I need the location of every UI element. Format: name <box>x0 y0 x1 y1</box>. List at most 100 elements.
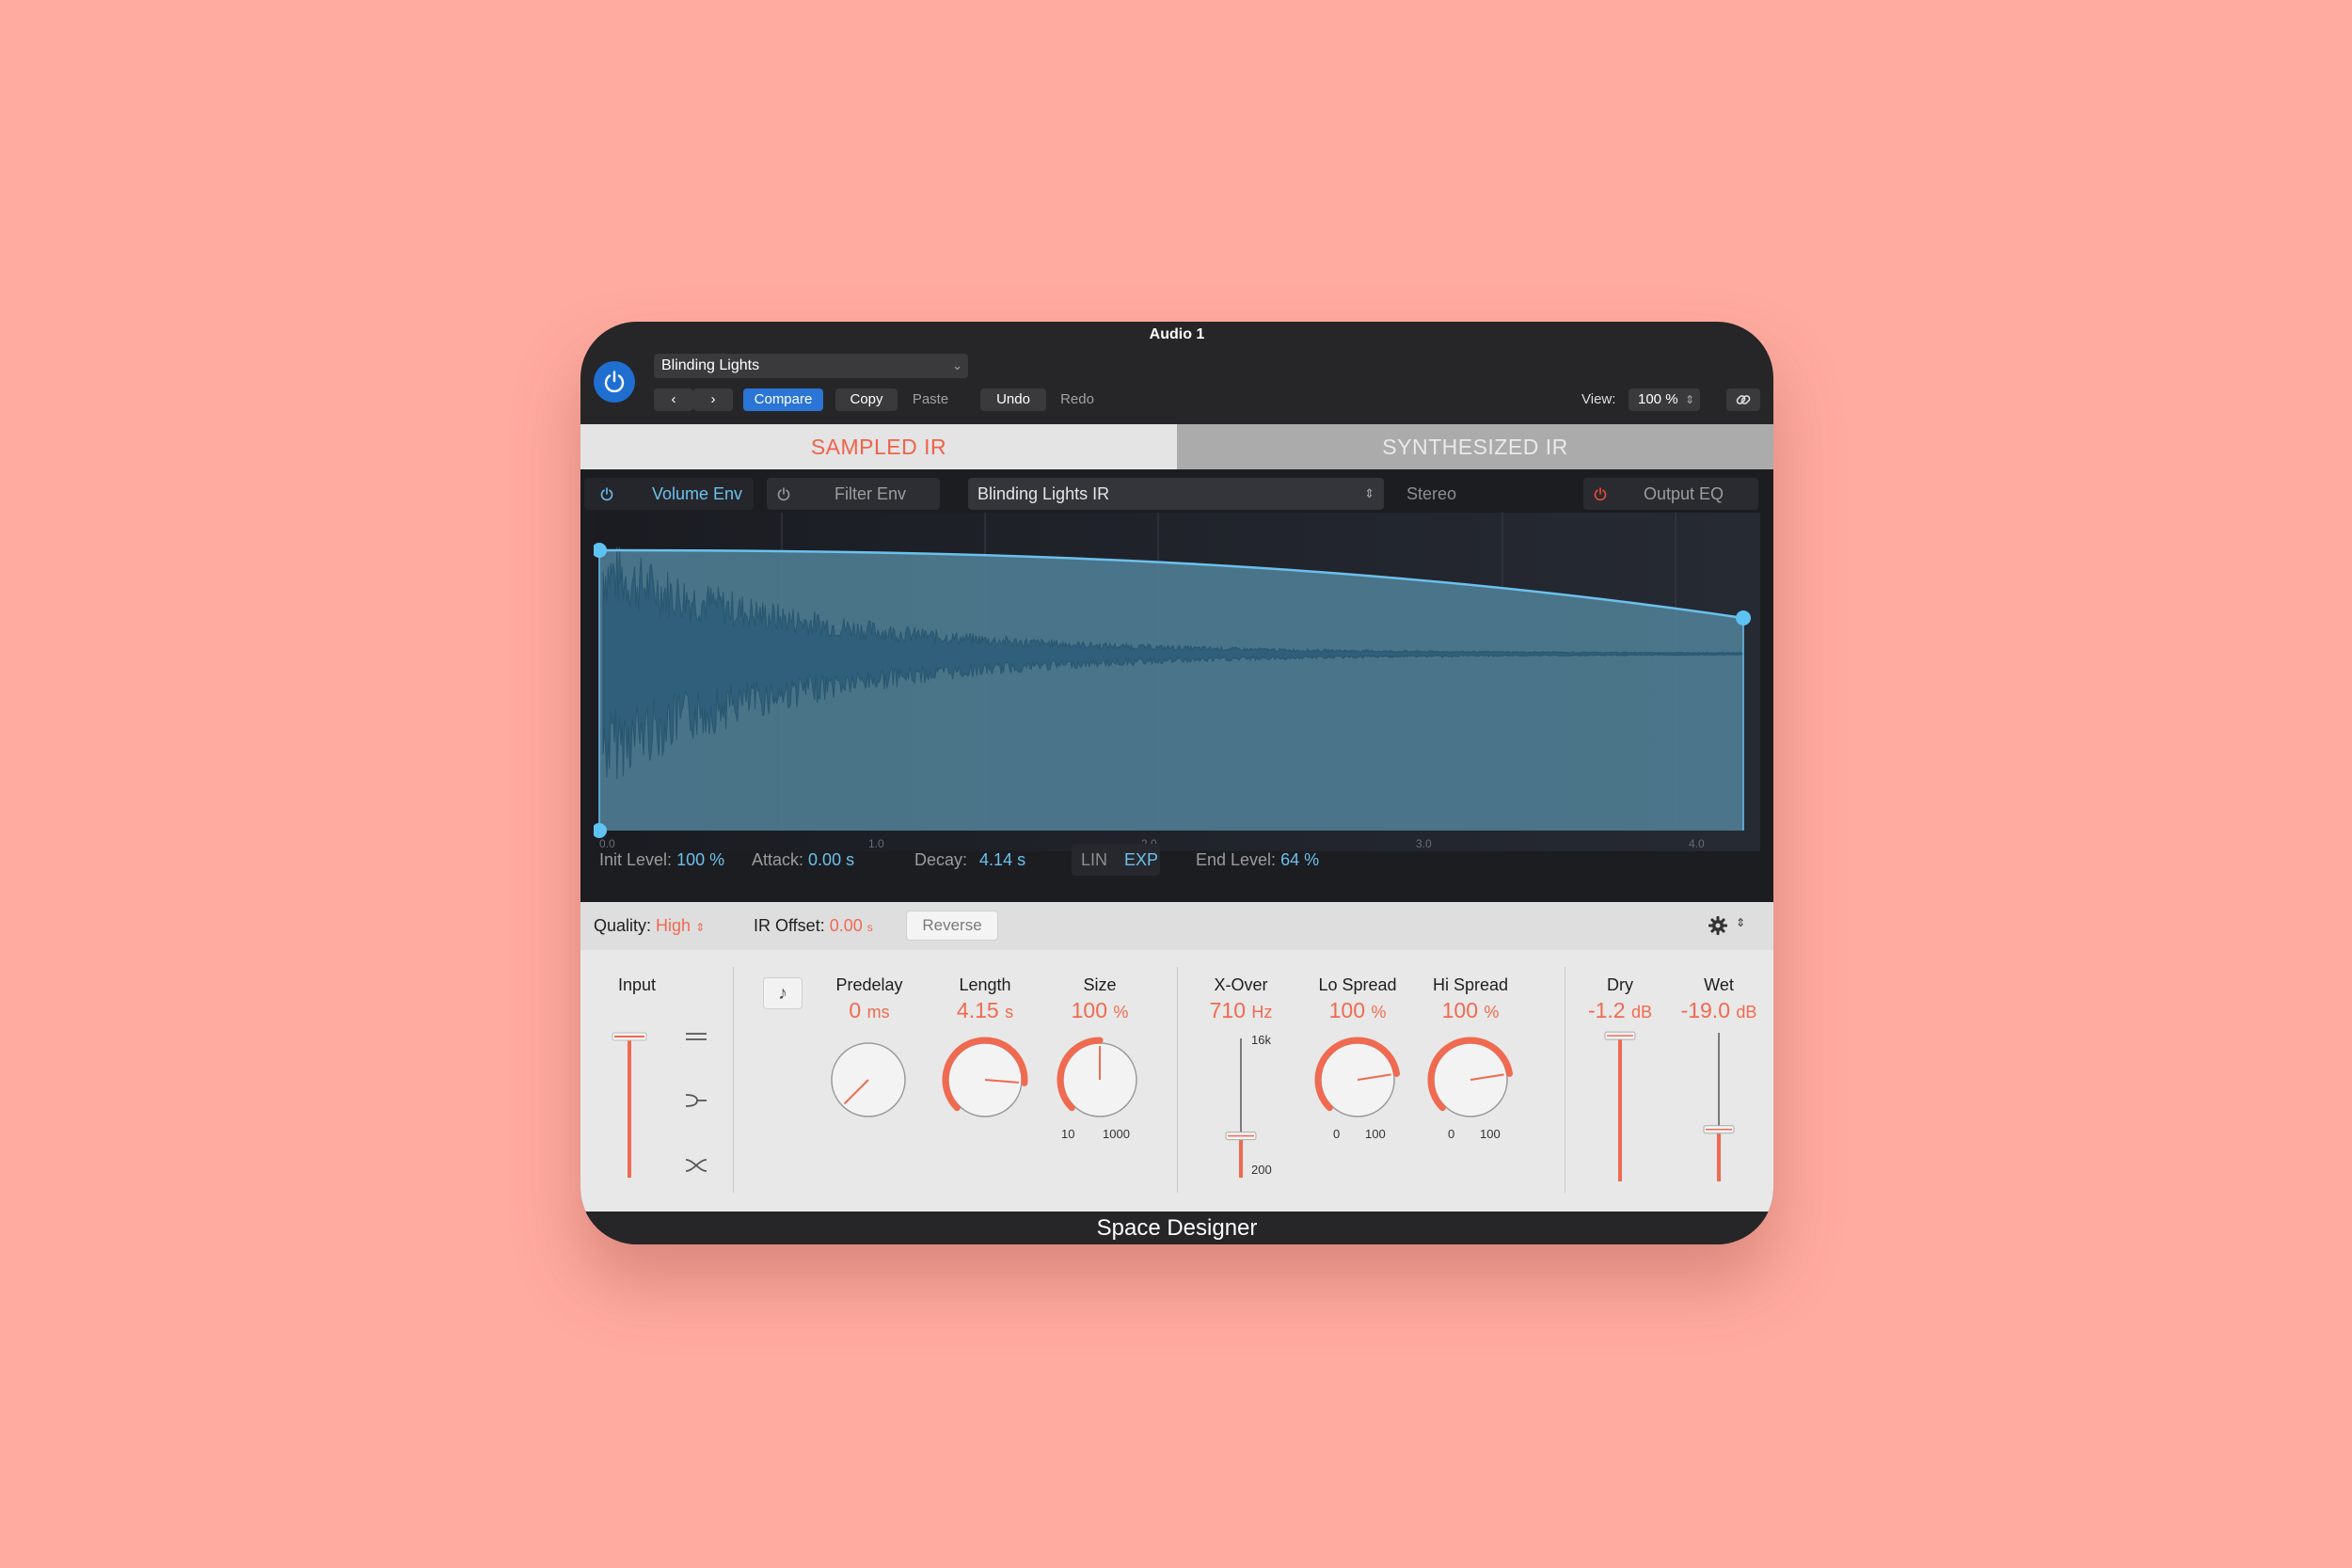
attack-param[interactable]: Attack: 0.00 s <box>752 850 854 870</box>
next-preset-button[interactable]: › <box>693 388 733 411</box>
init-level-value: 100 % <box>676 850 725 869</box>
end-level-param[interactable]: End Level: 64 % <box>1196 850 1319 870</box>
stereo-mode-icon <box>686 1033 707 1040</box>
dry-fader[interactable] <box>1601 1027 1639 1187</box>
size-unit: % <box>1113 1003 1129 1022</box>
view-zoom-select[interactable]: 100 % ⇕ <box>1629 388 1700 411</box>
lin-button[interactable]: LIN <box>1081 850 1107 870</box>
lo-spread-number: 100 <box>1328 998 1365 1022</box>
lo-spread-max: 100 <box>1365 1127 1386 1141</box>
init-level-label: Init Level: <box>599 850 673 869</box>
time-tick: 3.0 <box>1416 837 1432 850</box>
end-level-value: 64 % <box>1280 850 1320 869</box>
size-number: 100 <box>1071 998 1107 1022</box>
output-eq-button[interactable]: Output EQ <box>1583 478 1758 510</box>
hi-spread-min: 0 <box>1448 1127 1455 1141</box>
tab-sampled-ir[interactable]: SAMPLED IR <box>580 424 1177 469</box>
channel-mode-label: Stereo <box>1406 484 1457 503</box>
swap-channels-icon <box>685 1159 707 1172</box>
quality-value: High <box>656 916 691 935</box>
filter-env-label: Filter Env <box>834 484 907 503</box>
preset-select[interactable]: Blinding Lights ⌄ <box>654 354 968 378</box>
ir-waveform-graph[interactable]: 0.0 1.0 2.0 3.0 4.0 <box>594 513 1760 851</box>
xover-slider[interactable] <box>1222 1033 1260 1183</box>
end-level-label: End Level: <box>1196 850 1277 869</box>
hi-spread-knob[interactable] <box>1423 1033 1518 1127</box>
chevron-down-icon: ⌄ <box>952 358 962 372</box>
controls-panel: Input ♪ Predelay 0 ms Length 4.15 s Size… <box>580 950 1773 1212</box>
filter-env-button[interactable]: Filter Env <box>767 478 940 510</box>
ir-offset-param[interactable]: IR Offset: 0.00 s <box>754 916 873 936</box>
size-max: 1000 <box>1103 1127 1130 1141</box>
volume-env-button[interactable]: Volume Env <box>584 478 754 510</box>
size-value: 100 % <box>1053 998 1147 1023</box>
power-icon <box>777 487 790 501</box>
init-level-param[interactable]: Init Level: 100 % <box>599 850 724 870</box>
dry-value: -1.2 dB <box>1573 998 1667 1023</box>
undo-button[interactable]: Undo <box>980 388 1046 411</box>
dry-unit: dB <box>1631 1003 1653 1022</box>
predelay-label: Predelay <box>835 975 903 994</box>
ir-offset-unit: s <box>866 921 873 934</box>
ir-offset-value: 0.00 <box>829 916 863 935</box>
ir-file-select[interactable]: Blinding Lights IR ⇕ <box>968 478 1384 510</box>
redo-button[interactable]: Redo <box>1046 388 1108 411</box>
volume-env-label: Volume Env <box>652 484 743 503</box>
copy-button[interactable]: Copy <box>835 388 898 411</box>
exp-button[interactable]: EXP <box>1124 850 1158 870</box>
quality-select[interactable]: Quality: High ⇕ <box>594 916 705 936</box>
predelay-value: 0 ms <box>822 998 916 1023</box>
attack-label: Attack: <box>752 850 804 869</box>
lo-spread-knob[interactable] <box>1311 1033 1405 1127</box>
tempo-sync-button[interactable]: ♪ <box>763 977 803 1009</box>
time-tick: 0.0 <box>599 837 615 850</box>
end-level-handle[interactable] <box>1736 610 1751 626</box>
link-button[interactable] <box>1726 388 1760 411</box>
quality-label: Quality: <box>594 916 652 935</box>
view-label: View: <box>1581 391 1616 407</box>
hi-spread-number: 100 <box>1441 998 1478 1022</box>
dry-label: Dry <box>1607 975 1633 994</box>
lo-spread-value: 100 % <box>1311 998 1405 1023</box>
size-knob[interactable] <box>1053 1033 1147 1127</box>
decay-param[interactable]: Decay: 4.14 s <box>914 850 1025 870</box>
updown-chevron-icon: ⇕ <box>1684 393 1694 406</box>
xover-number: 710 <box>1209 998 1246 1022</box>
power-icon <box>604 371 625 393</box>
previous-preset-button[interactable]: ‹ <box>654 388 693 411</box>
length-unit: s <box>1005 1003 1014 1022</box>
wet-value: -19.0 dB <box>1672 998 1766 1023</box>
wet-fader[interactable] <box>1700 1027 1738 1187</box>
wet-number: -19.0 <box>1680 998 1730 1022</box>
hi-spread-label: Hi Spread <box>1432 975 1509 994</box>
predelay-number: 0 <box>849 998 862 1022</box>
hi-spread-max: 100 <box>1480 1127 1501 1141</box>
power-icon <box>600 487 613 501</box>
predelay-unit: ms <box>866 1003 890 1022</box>
decay-value: 4.14 s <box>979 850 1026 869</box>
time-tick: 4.0 <box>1689 837 1705 850</box>
paste-button[interactable]: Paste <box>898 388 963 411</box>
length-knob[interactable] <box>938 1033 1032 1127</box>
ir-file-name: Blinding Lights IR <box>977 484 1110 503</box>
lo-spread-min: 0 <box>1333 1127 1341 1141</box>
reverse-button[interactable]: Reverse <box>906 911 998 941</box>
length-number: 4.15 <box>956 998 999 1022</box>
input-mode-slider[interactable] <box>609 1027 722 1187</box>
link-icon <box>1736 395 1751 404</box>
tab-synthesized-ir[interactable]: SYNTHESIZED IR <box>1177 424 1773 469</box>
updown-chevron-icon: ⇕ <box>1736 916 1746 929</box>
decay-label: Decay: <box>914 850 968 869</box>
ir-offset-label: IR Offset: <box>754 916 825 935</box>
gear-icon <box>1708 916 1727 935</box>
view-zoom-value: 100 % <box>1638 391 1678 407</box>
curve-mode-toggle[interactable]: LIN EXP <box>1072 844 1160 876</box>
predelay-knob[interactable] <box>821 1033 915 1127</box>
compare-button[interactable]: Compare <box>743 388 823 411</box>
length-label: Length <box>959 975 1011 994</box>
wet-label: Wet <box>1704 975 1734 994</box>
music-note-icon: ♪ <box>778 983 787 1004</box>
settings-menu-button[interactable]: ⇕ <box>1708 913 1755 938</box>
plugin-power-button[interactable] <box>594 361 635 403</box>
xover-label: X-Over <box>1214 975 1268 994</box>
